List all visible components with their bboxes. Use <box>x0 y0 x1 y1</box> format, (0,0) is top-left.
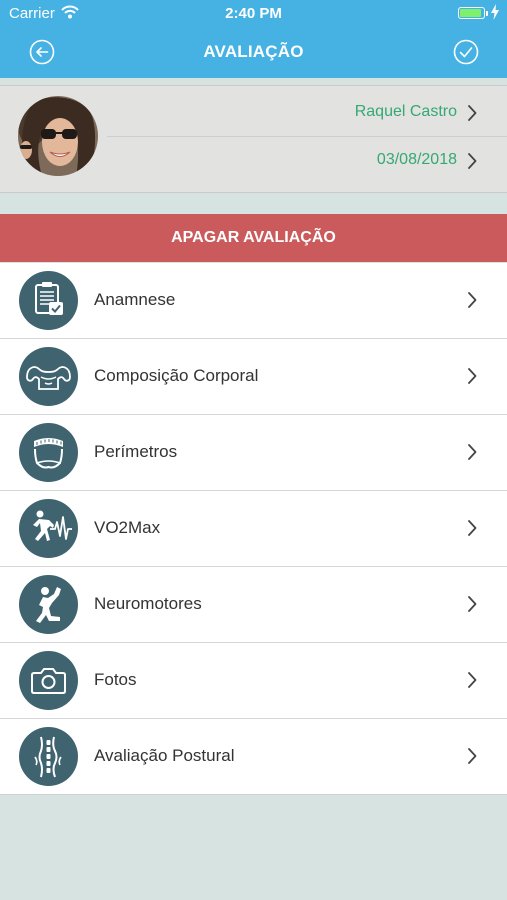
chevron-right-icon <box>468 105 477 121</box>
menu-item-label: Perímetros <box>94 442 178 461</box>
battery-level <box>460 9 482 17</box>
clipboard-icon <box>19 271 78 330</box>
menu-item-label: Anamnese <box>94 290 176 309</box>
athlete-name: Raquel Castro <box>354 103 457 120</box>
menu-item-composicao-corporal[interactable]: Composição Corporal <box>0 338 507 414</box>
delete-evaluation-button[interactable]: APAGAR AVALIAÇÃO <box>0 214 507 262</box>
chevron-right-icon <box>468 748 477 764</box>
evaluation-date: 03/08/2018 <box>376 151 457 168</box>
evaluation-date-row[interactable]: 03/08/2018 <box>107 136 507 184</box>
avatar[interactable] <box>18 96 98 176</box>
status-bar: Carrier 2:40 PM <box>0 0 507 28</box>
body-composition-icon <box>19 347 78 406</box>
menu-item-label: Composição Corporal <box>94 366 259 385</box>
chevron-right-icon <box>468 444 477 460</box>
chevron-right-icon <box>468 292 477 308</box>
tape-measure-icon <box>19 423 78 482</box>
chevron-right-icon <box>468 520 477 536</box>
check-circle-icon[interactable] <box>453 39 479 65</box>
runner-heartbeat-icon <box>19 499 78 558</box>
stretching-person-icon <box>19 575 78 634</box>
chevron-right-icon <box>468 368 477 384</box>
chevron-right-icon <box>468 596 477 612</box>
menu-item-avaliacao-postural[interactable]: Avaliação Postural <box>0 718 507 794</box>
battery-icon <box>458 7 485 19</box>
menu-item-label: Avaliação Postural <box>94 746 235 765</box>
status-time: 2:40 PM <box>225 5 282 22</box>
menu-item-label: VO2Max <box>94 518 161 537</box>
battery-cap <box>486 11 488 16</box>
evaluation-menu: Anamnese Composição Corporal Perímetros … <box>0 263 507 795</box>
menu-item-vo2max[interactable]: VO2Max <box>0 490 507 566</box>
menu-item-anamnese[interactable]: Anamnese <box>0 263 507 338</box>
menu-item-perimetros[interactable]: Perímetros <box>0 414 507 490</box>
profile-section: Raquel Castro 03/08/2018 <box>0 85 507 193</box>
chevron-right-icon <box>468 672 477 688</box>
posture-icon <box>19 727 78 786</box>
menu-item-fotos[interactable]: Fotos <box>0 642 507 718</box>
nav-bar: Carrier 2:40 PM AVALIAÇÃO <box>0 0 507 78</box>
camera-icon <box>19 651 78 710</box>
page-title: AVALIAÇÃO <box>203 42 304 61</box>
charging-icon <box>491 4 499 20</box>
athlete-name-row[interactable]: Raquel Castro <box>107 88 507 137</box>
chevron-right-icon <box>468 153 477 169</box>
menu-item-label: Neuromotores <box>94 594 202 613</box>
menu-item-neuromotores[interactable]: Neuromotores <box>0 566 507 642</box>
menu-item-label: Fotos <box>94 670 137 689</box>
